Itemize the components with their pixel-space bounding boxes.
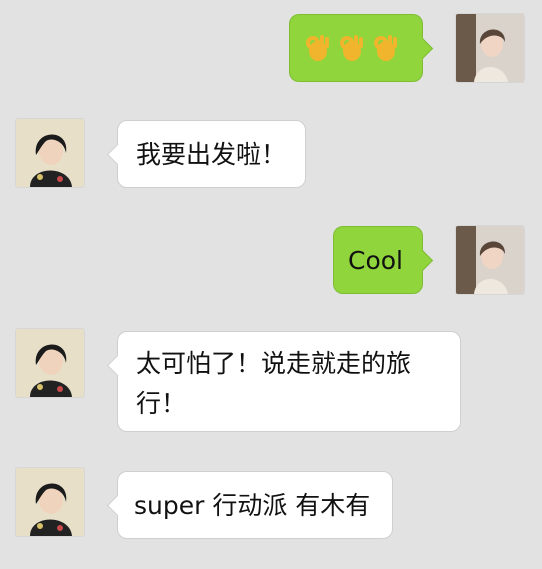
incoming-message-bubble[interactable]: 我要出发啦！	[106, 120, 306, 188]
incoming-message-bubble[interactable]: super 行动派 有木有	[106, 471, 393, 539]
message-text: 太可怕了！说走就走的旅 行！	[136, 349, 412, 418]
emoji-row	[290, 15, 422, 81]
contact-avatar[interactable]	[16, 468, 84, 536]
contact-avatar[interactable]	[16, 329, 84, 397]
self-avatar[interactable]	[456, 14, 524, 82]
message-text: super 行动派 有木有	[134, 491, 371, 520]
outgoing-message-bubble[interactable]: Cool	[333, 226, 434, 294]
message-text: Cool	[348, 246, 403, 275]
ok-hand-icon	[374, 35, 397, 61]
ok-hand-icon	[340, 35, 363, 61]
message-text: 我要出发啦！	[136, 140, 287, 169]
contact-avatar[interactable]	[16, 119, 84, 187]
ok-hand-icon	[306, 35, 329, 61]
self-avatar[interactable]	[456, 226, 524, 294]
incoming-message-bubble[interactable]: 太可怕了！说走就走的旅 行！	[106, 331, 461, 432]
outgoing-message-bubble[interactable]	[289, 14, 434, 82]
